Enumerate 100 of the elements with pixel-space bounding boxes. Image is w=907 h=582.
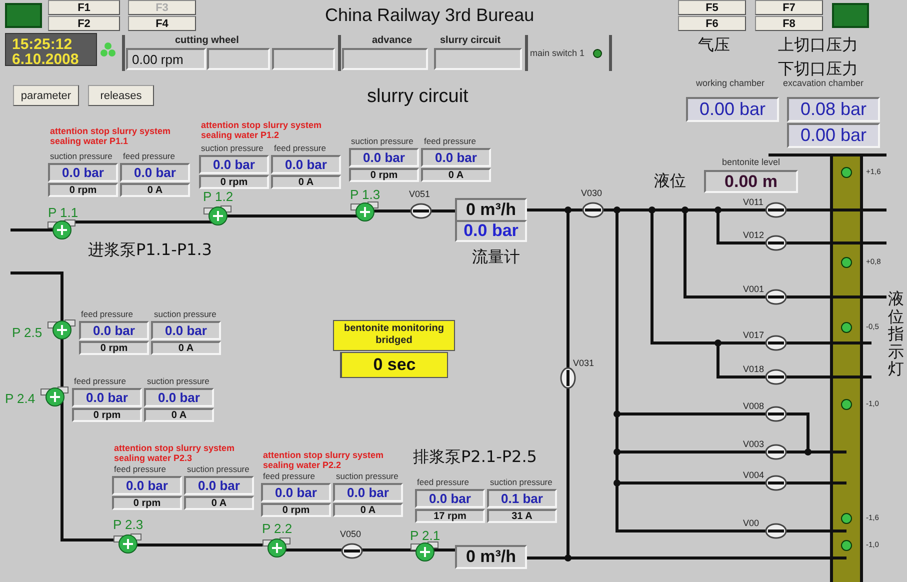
pressure-readout: 0.0 bar	[421, 148, 491, 167]
pump-icon[interactable]	[48, 320, 76, 340]
valve-icon[interactable]	[765, 289, 787, 305]
pump-icon[interactable]	[262, 538, 290, 558]
function-key[interactable]: F7	[755, 0, 823, 15]
speed-readout: 0 rpm	[112, 496, 182, 510]
valve-icon[interactable]	[765, 335, 787, 351]
speed-readout: 0 rpm	[199, 175, 269, 189]
current-readout: 0 A	[151, 341, 221, 355]
valve-label: V001	[743, 284, 764, 294]
speed-readout: 0 rpm	[72, 408, 142, 422]
current-readout: 31 A	[487, 509, 557, 523]
valve-label: V031	[573, 358, 594, 368]
caption: 上切口压力	[778, 36, 858, 54]
current-readout: 0 A	[120, 183, 190, 197]
field-label: suction pressure	[490, 477, 552, 487]
pressure-readout: 0.0 bar	[151, 321, 221, 340]
annotation: 进浆泵P1.1-P1.3	[88, 241, 212, 259]
column-label: working chamber	[696, 78, 765, 88]
field-label: feed pressure	[274, 143, 326, 153]
column-label: excavation chamber	[783, 78, 864, 88]
valve-icon[interactable]	[560, 367, 576, 389]
pressure-readout: 0.0 bar	[455, 220, 527, 242]
pressure-readout: 0.0 bar	[349, 148, 419, 167]
caption: 气压	[698, 36, 730, 54]
pump-label: P 1.1	[48, 205, 78, 220]
current-readout: 0 A	[144, 408, 214, 422]
pressure-readout: 0.08 bar	[787, 97, 880, 122]
pump-icon[interactable]	[40, 386, 68, 406]
pressure-readout: 0.0 bar	[112, 476, 182, 495]
pump-icon[interactable]	[350, 202, 378, 222]
flow-readout: 0 m³/h	[455, 545, 527, 569]
pressure-readout: 0.0 bar	[120, 163, 190, 182]
valve-label: V017	[743, 330, 764, 340]
header-label: cutting wheel	[175, 35, 239, 46]
logo-icon	[832, 3, 869, 28]
pump-label: P 2.2	[262, 521, 292, 536]
pump-label: P 1.2	[203, 189, 234, 204]
valve-icon[interactable]	[765, 475, 787, 491]
action-button[interactable]: parameter	[13, 85, 79, 106]
field-label: feed pressure	[263, 471, 315, 481]
junction-dot	[564, 206, 572, 214]
valve-label: V011	[743, 197, 764, 207]
pump-label: P 2.3	[113, 517, 144, 532]
level-readout: 0.00 m	[704, 170, 798, 193]
warning-text: attention stop slurry system sealing water P2.2	[263, 450, 384, 470]
field-label: suction pressure	[50, 151, 112, 161]
function-key[interactable]: F4	[128, 16, 196, 31]
field-label: feed pressure	[424, 136, 476, 146]
field-label: feed pressure	[74, 376, 126, 386]
header-label: advance	[372, 35, 412, 46]
pressure-readout: 0.0 bar	[48, 163, 118, 182]
field-label: suction pressure	[351, 136, 414, 146]
field-label: suction pressure	[147, 376, 210, 386]
field-label: suction pressure	[336, 471, 398, 481]
field-label: suction pressure	[187, 464, 250, 474]
valve-icon[interactable]	[765, 406, 787, 422]
pump-icon[interactable]	[48, 220, 76, 240]
valve-label: V00	[743, 518, 760, 528]
speed-readout: 0 rpm	[349, 168, 419, 182]
valve-icon[interactable]	[765, 369, 787, 385]
pump-icon[interactable]	[410, 542, 438, 562]
current-readout: 0 A	[421, 168, 491, 182]
junction-dot	[614, 206, 620, 214]
valve-icon[interactable]	[765, 235, 787, 251]
switch-label: main switch 1	[530, 48, 585, 58]
pressure-readout: 0.0 bar	[199, 155, 269, 174]
valve-icon[interactable]	[765, 523, 787, 539]
junction-dot	[614, 410, 620, 418]
warning-text: attention stop slurry system sealing water P1.2	[201, 120, 322, 140]
current-readout: 0 A	[184, 496, 254, 510]
valve-icon[interactable]	[582, 202, 604, 218]
field-label: bentonite level	[722, 157, 780, 167]
function-key[interactable]: F2	[48, 16, 120, 31]
pump-icon[interactable]	[204, 206, 232, 226]
function-key[interactable]: F1	[48, 0, 120, 15]
field-label: feed pressure	[123, 151, 175, 161]
speed-readout: 0 rpm	[79, 341, 149, 355]
pressure-readout: 0.1 bar	[487, 489, 557, 508]
valve-icon[interactable]	[410, 203, 432, 219]
pump-icon[interactable]	[114, 534, 142, 554]
action-button[interactable]: releases	[88, 85, 154, 106]
function-key[interactable]: F8	[755, 16, 823, 31]
annotation: 排浆泵P2.1-P2.5	[413, 448, 537, 466]
current-readout: 0 A	[333, 503, 403, 517]
pressure-readout: 0.0 bar	[261, 483, 331, 502]
annotation: 流量计	[472, 248, 520, 266]
pressure-readout: 0.0 bar	[184, 476, 254, 495]
valve-icon[interactable]	[341, 543, 363, 559]
pressure-readout: 0.00 bar	[787, 123, 880, 148]
function-key[interactable]: F6	[678, 16, 746, 31]
pressure-readout: 0.0 bar	[144, 388, 214, 407]
speed-readout: 0 rpm	[48, 183, 118, 197]
junction-dot	[564, 554, 572, 562]
valve-label: V012	[743, 230, 764, 240]
window-title: China Railway 3rd Bureau	[325, 5, 534, 26]
junction-dot	[648, 206, 656, 214]
valve-icon[interactable]	[765, 444, 787, 460]
function-key[interactable]: F5	[678, 0, 746, 15]
valve-icon[interactable]	[765, 202, 787, 218]
